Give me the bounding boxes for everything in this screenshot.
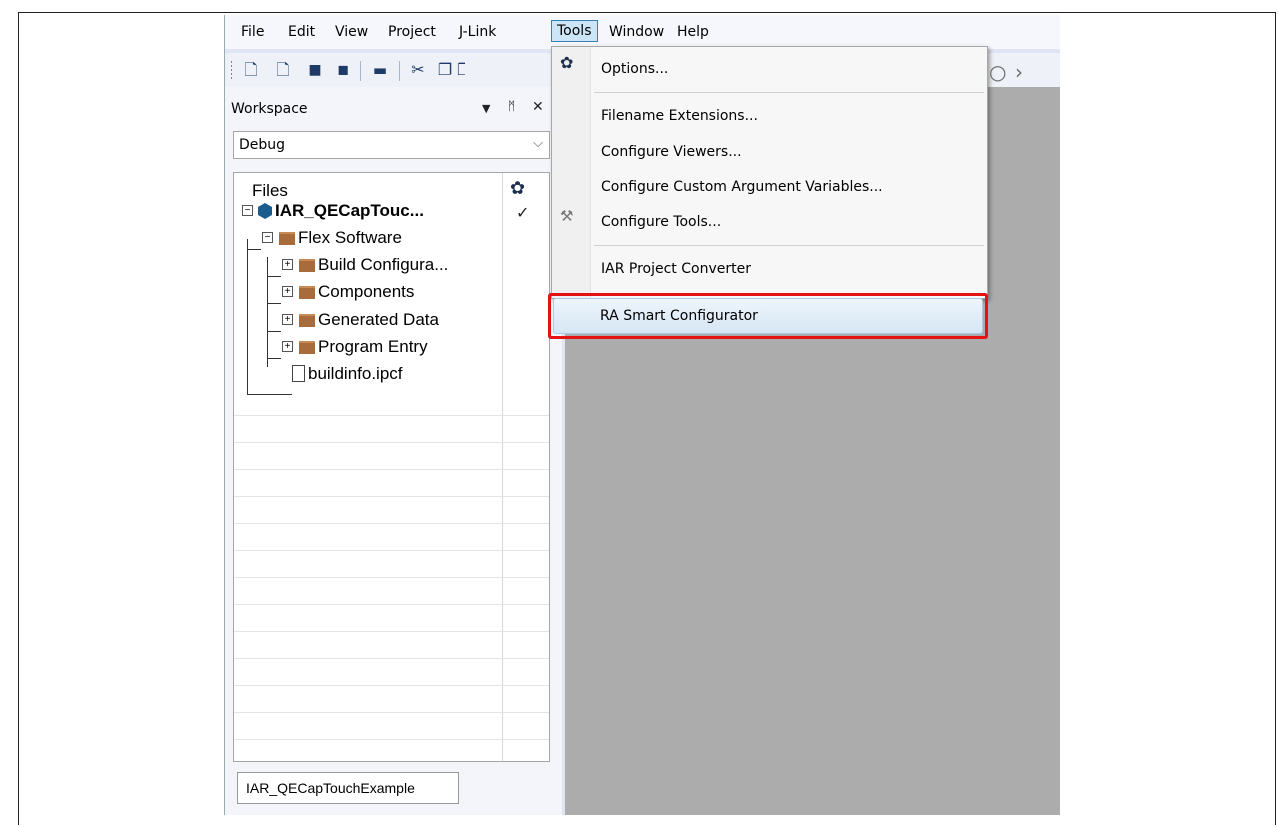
expand-icon[interactable]: + bbox=[282, 314, 293, 325]
folder-label: Build Configura... bbox=[318, 255, 449, 274]
menu-view[interactable]: View bbox=[329, 22, 374, 42]
menu-item-configure-viewers[interactable]: Configure Viewers... bbox=[601, 144, 742, 160]
folder-label: Flex Software bbox=[298, 228, 402, 247]
save-all-icon[interactable]: ◼ bbox=[333, 61, 353, 79]
cut-icon[interactable]: ✂ bbox=[408, 61, 428, 79]
row-divider bbox=[234, 631, 549, 632]
row-divider bbox=[234, 442, 549, 443]
tree-item-file[interactable]: buildinfo.ipcf bbox=[234, 362, 502, 388]
collapse-icon[interactable]: − bbox=[262, 232, 273, 243]
folder-label: Generated Data bbox=[318, 310, 439, 329]
file-icon bbox=[292, 365, 305, 382]
check-icon: ✓ bbox=[516, 203, 530, 222]
expand-icon[interactable]: + bbox=[282, 286, 293, 297]
row-divider bbox=[234, 685, 549, 686]
menu-item-configure-tools[interactable]: Configure Tools... bbox=[601, 214, 721, 230]
row-divider bbox=[234, 658, 549, 659]
folder-icon bbox=[299, 314, 315, 327]
toolbar-separator bbox=[399, 61, 400, 81]
column-separator bbox=[502, 173, 503, 761]
save-icon[interactable]: ■ bbox=[305, 61, 325, 79]
expand-icon[interactable]: + bbox=[282, 259, 293, 270]
new-doc-icon[interactable]: 🗋 bbox=[273, 61, 293, 79]
tree-item-folder[interactable]: + Generated Data bbox=[234, 308, 502, 334]
row-divider bbox=[234, 739, 549, 740]
menu-jlink[interactable]: J-Link bbox=[453, 22, 502, 42]
collapse-icon[interactable]: − bbox=[242, 205, 253, 216]
tree-item-folder[interactable]: + Program Entry bbox=[234, 335, 502, 361]
row-divider bbox=[234, 415, 549, 416]
tree-item-project[interactable]: − IAR_QECapTouc... bbox=[234, 199, 502, 225]
expand-icon[interactable]: + bbox=[282, 341, 293, 352]
folder-icon bbox=[299, 341, 315, 354]
paste-icon[interactable]: ❐ bbox=[457, 61, 465, 79]
tree-item-folder[interactable]: − Flex Software bbox=[234, 226, 502, 252]
configuration-value: Debug bbox=[239, 137, 286, 153]
workspace-tab-label: IAR_QECapTouchExample bbox=[246, 780, 415, 796]
menu-item-options[interactable]: Options... bbox=[601, 61, 668, 77]
menu-window[interactable]: Window bbox=[603, 22, 670, 42]
row-divider bbox=[234, 712, 549, 713]
copy-icon[interactable]: ❐ bbox=[435, 61, 455, 79]
menu-help[interactable]: Help bbox=[671, 22, 715, 42]
folder-icon bbox=[299, 259, 315, 272]
folder-icon bbox=[299, 286, 315, 299]
folder-icon bbox=[279, 232, 295, 245]
workspace-title: Workspace bbox=[231, 101, 308, 117]
project-icon bbox=[258, 203, 272, 219]
search-icon[interactable]: ○ bbox=[989, 60, 1006, 84]
workspace-tab[interactable]: IAR_QECapTouchExample bbox=[237, 772, 459, 804]
menu-separator bbox=[594, 92, 984, 93]
files-header: Files bbox=[252, 181, 288, 200]
tree-item-folder[interactable]: + Components bbox=[234, 280, 502, 306]
toolbar-grip bbox=[231, 61, 232, 81]
menu-separator bbox=[594, 245, 984, 246]
files-tree-pane: Files ✿ − IAR_QECapTouc... ✓ − Flex Soft… bbox=[233, 172, 550, 762]
row-divider bbox=[234, 577, 549, 578]
menu-item-filename-extensions[interactable]: Filename Extensions... bbox=[601, 108, 758, 124]
project-label: IAR_QECapTouc... bbox=[275, 201, 424, 220]
menu-edit[interactable]: Edit bbox=[282, 22, 321, 42]
menu-file[interactable]: File bbox=[235, 22, 270, 42]
menu-item-iar-project-converter[interactable]: IAR Project Converter bbox=[601, 261, 751, 277]
dropdown-arrow-icon[interactable]: ▼ bbox=[482, 102, 490, 115]
gear-icon: ✿ bbox=[560, 53, 574, 72]
forward-arrow-icon[interactable]: › bbox=[1015, 60, 1023, 84]
configuration-select[interactable]: Debug ⌵ bbox=[233, 131, 550, 159]
gear-icon[interactable]: ✿ bbox=[510, 178, 525, 199]
folder-label: Components bbox=[318, 282, 415, 301]
tools-icon: ⚒ bbox=[560, 207, 574, 225]
chevron-down-icon: ⌵ bbox=[533, 136, 543, 151]
new-file-icon[interactable]: 🗋 bbox=[241, 61, 261, 79]
row-divider bbox=[234, 550, 549, 551]
menu-tools[interactable]: Tools bbox=[551, 20, 598, 42]
tools-menu: ✿ Options... Filename Extensions... Conf… bbox=[551, 46, 988, 299]
row-divider bbox=[234, 469, 549, 470]
print-icon[interactable]: ▬ bbox=[370, 61, 390, 79]
close-icon[interactable]: ✕ bbox=[532, 99, 544, 115]
row-divider bbox=[234, 523, 549, 524]
folder-label: Program Entry bbox=[318, 337, 428, 356]
tree-line bbox=[247, 394, 292, 395]
row-divider bbox=[234, 496, 549, 497]
menu-item-configure-custom-argument-variables[interactable]: Configure Custom Argument Variables... bbox=[601, 179, 883, 195]
menu-icon-gutter bbox=[552, 47, 591, 298]
row-divider bbox=[234, 604, 549, 605]
file-label: buildinfo.ipcf bbox=[308, 364, 403, 383]
toolbar-separator bbox=[360, 61, 361, 81]
workspace-panel: Workspace ▼ ᛗ ✕ Debug ⌵ Files ✿ − IAR_QE… bbox=[225, 87, 562, 815]
pin-icon[interactable]: ᛗ bbox=[508, 99, 515, 113]
menu-bar: File Edit View Project J-Link Tools Wind… bbox=[225, 15, 1060, 49]
menu-project[interactable]: Project bbox=[382, 22, 442, 42]
tree-item-folder[interactable]: + Build Configura... bbox=[234, 253, 502, 279]
red-highlight-box bbox=[548, 293, 988, 339]
